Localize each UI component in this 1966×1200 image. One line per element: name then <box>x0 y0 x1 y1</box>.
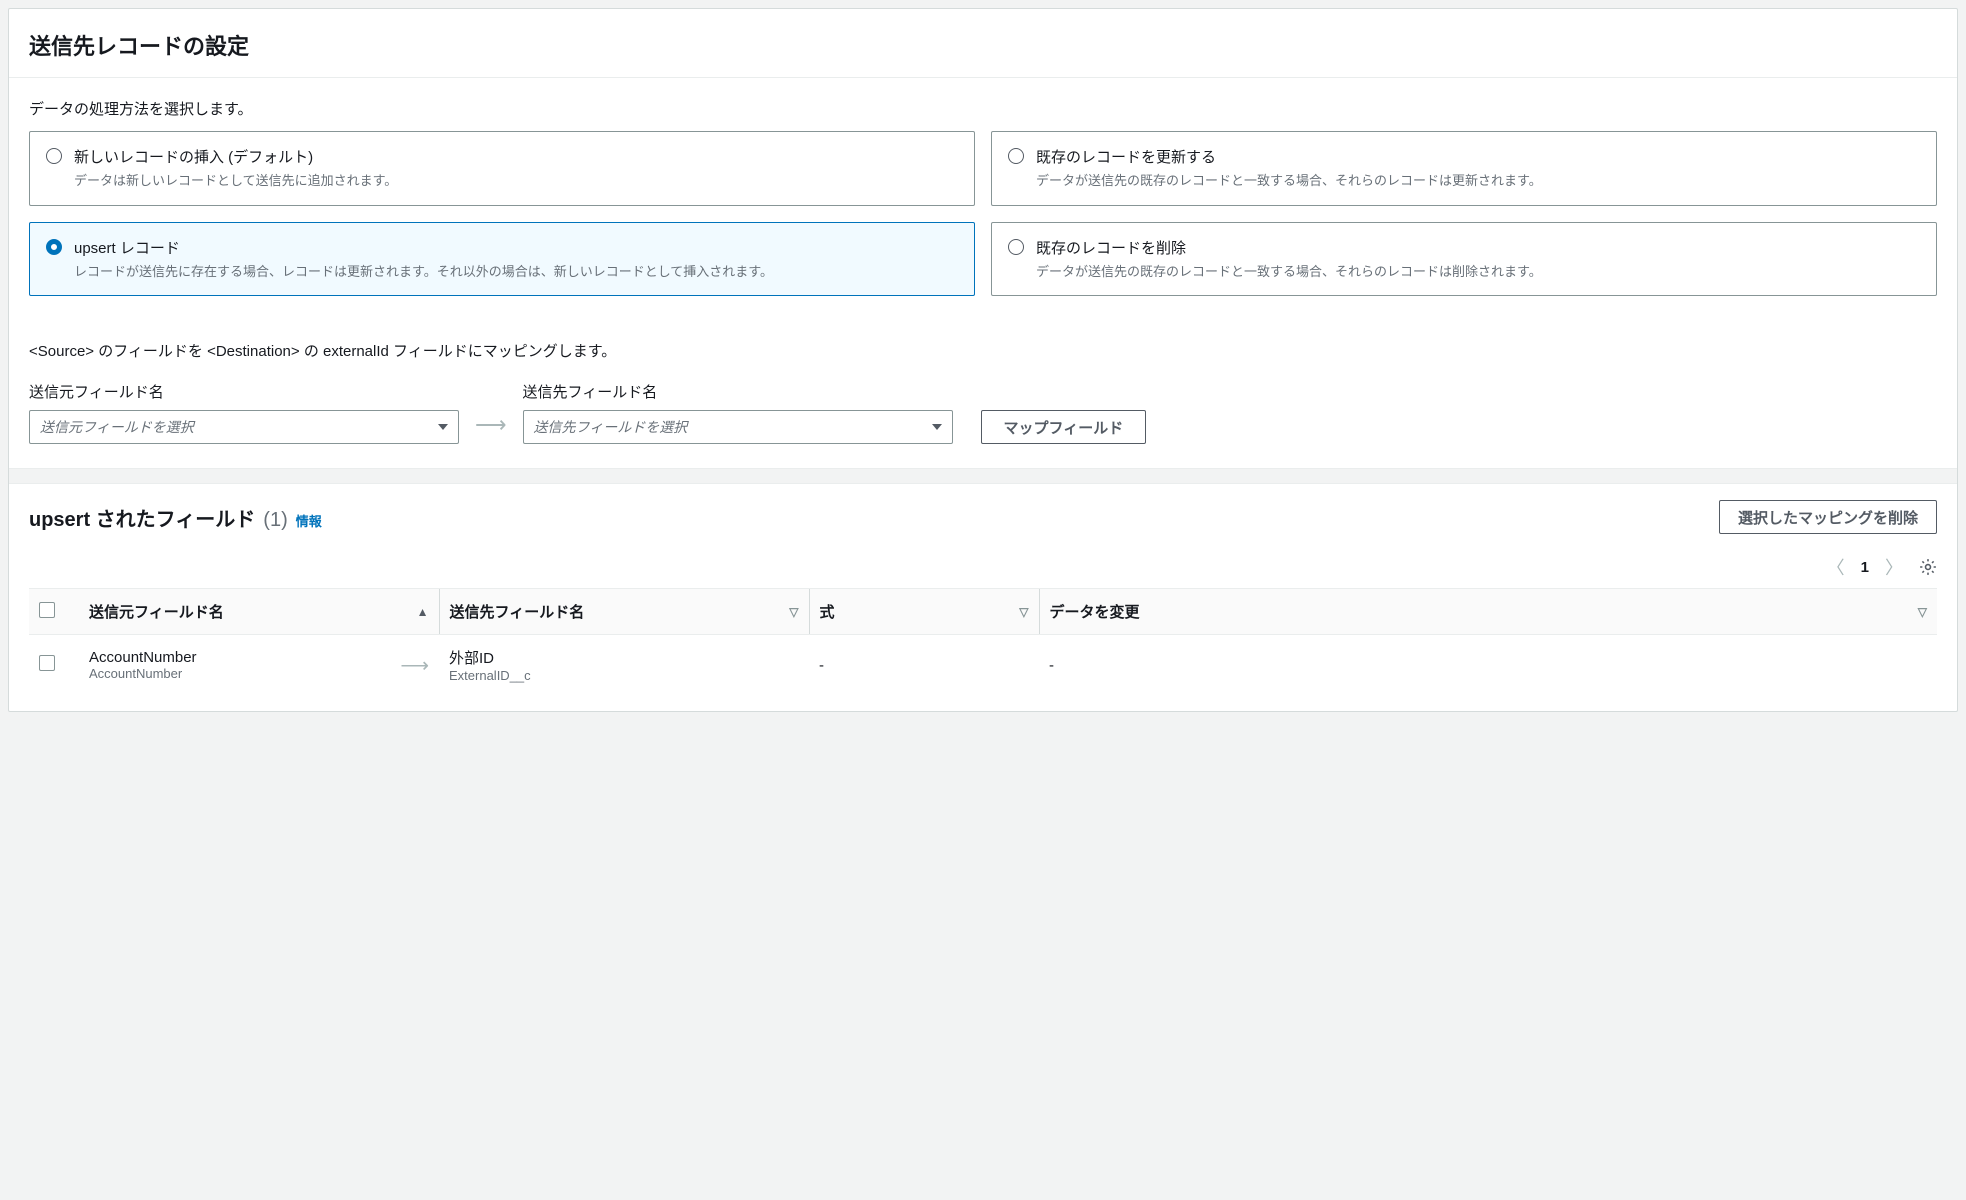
source-field-label: 送信元フィールド名 <box>29 381 459 402</box>
pagination-current: 1 <box>1861 559 1869 576</box>
row-checkbox[interactable] <box>39 655 55 671</box>
upsert-fields-table: 送信元フィールド名 ▲ 送信先フィールド名 ▽ 式 ▽ <box>29 588 1937 695</box>
option-upsert[interactable]: upsert レコード レコードが送信先に存在する場合、レコードは更新されます。… <box>29 222 975 297</box>
sort-icon: ▽ <box>1019 605 1028 619</box>
source-field-value: AccountNumber <box>89 649 197 666</box>
caret-down-icon <box>932 424 942 430</box>
dest-field-select[interactable]: 送信先フィールドを選択 <box>523 410 953 444</box>
option-title: upsert レコード <box>74 237 958 258</box>
arrow-right-icon: ⟶ <box>475 412 507 437</box>
radio-icon <box>1008 239 1024 255</box>
caret-down-icon <box>438 424 448 430</box>
pagination-next-icon[interactable]: 〉 <box>1885 554 1903 580</box>
upsert-table-title: upsert されたフィールド <box>29 503 255 532</box>
option-title: 既存のレコードを削除 <box>1036 237 1920 258</box>
option-desc: データが送信先の既存のレコードと一致する場合、それらのレコードは削除されます。 <box>1036 262 1920 282</box>
delete-mapping-button[interactable]: 選択したマッピングを削除 <box>1719 500 1937 534</box>
column-modify[interactable]: データを変更 <box>1050 601 1140 622</box>
select-placeholder: 送信元フィールドを選択 <box>40 417 194 437</box>
radio-icon <box>1008 148 1024 164</box>
map-field-button[interactable]: マップフィールド <box>981 410 1147 444</box>
page-title: 送信先レコードの設定 <box>29 29 1937 61</box>
sort-asc-icon: ▲ <box>417 605 429 619</box>
option-delete[interactable]: 既存のレコードを削除 データが送信先の既存のレコードと一致する場合、それらのレコ… <box>991 222 1937 297</box>
processing-label: データの処理方法を選択します。 <box>29 98 1937 119</box>
arrow-right-icon: ⟶ <box>400 653 429 678</box>
source-field-select[interactable]: 送信元フィールドを選択 <box>29 410 459 444</box>
table-row: AccountNumber AccountNumber ⟶ 外部ID Exter… <box>29 635 1937 696</box>
option-title: 既存のレコードを更新する <box>1036 146 1920 167</box>
mapping-instruction: <Source> のフィールドを <Destination> の externa… <box>9 316 1957 369</box>
column-expression[interactable]: 式 <box>820 601 835 622</box>
sort-icon: ▽ <box>789 605 798 619</box>
option-desc: データが送信先の既存のレコードと一致する場合、それらのレコードは更新されます。 <box>1036 171 1920 191</box>
option-desc: レコードが送信先に存在する場合、レコードは更新されます。それ以外の場合は、新しい… <box>74 262 958 282</box>
dest-field-value: 外部ID <box>449 647 799 668</box>
option-update[interactable]: 既存のレコードを更新する データが送信先の既存のレコードと一致する場合、それらの… <box>991 131 1937 206</box>
option-desc: データは新しいレコードとして送信先に追加されます。 <box>74 171 958 191</box>
dest-field-label: 送信先フィールド名 <box>523 381 953 402</box>
pagination-prev-icon[interactable]: 〈 <box>1827 554 1845 580</box>
radio-icon <box>46 239 62 255</box>
option-title: 新しいレコードの挿入 (デフォルト) <box>74 146 958 167</box>
radio-icon <box>46 148 62 164</box>
option-insert[interactable]: 新しいレコードの挿入 (デフォルト) データは新しいレコードとして送信先に追加さ… <box>29 131 975 206</box>
page-header: 送信先レコードの設定 <box>9 9 1957 78</box>
column-dest[interactable]: 送信先フィールド名 <box>450 601 585 622</box>
source-field-sub: AccountNumber <box>89 666 197 681</box>
sort-icon: ▽ <box>1918 605 1927 619</box>
select-placeholder: 送信先フィールドを選択 <box>534 417 688 437</box>
select-all-checkbox[interactable] <box>39 602 55 618</box>
modify-value: - <box>1039 635 1937 696</box>
dest-field-sub: ExternalID__c <box>449 668 799 683</box>
gear-icon[interactable] <box>1919 558 1937 576</box>
info-link[interactable]: 情報 <box>296 511 322 530</box>
section-divider <box>9 468 1957 484</box>
column-source[interactable]: 送信元フィールド名 <box>89 601 224 622</box>
upsert-table-count: (1) <box>263 509 287 532</box>
expression-value: - <box>809 635 1039 696</box>
